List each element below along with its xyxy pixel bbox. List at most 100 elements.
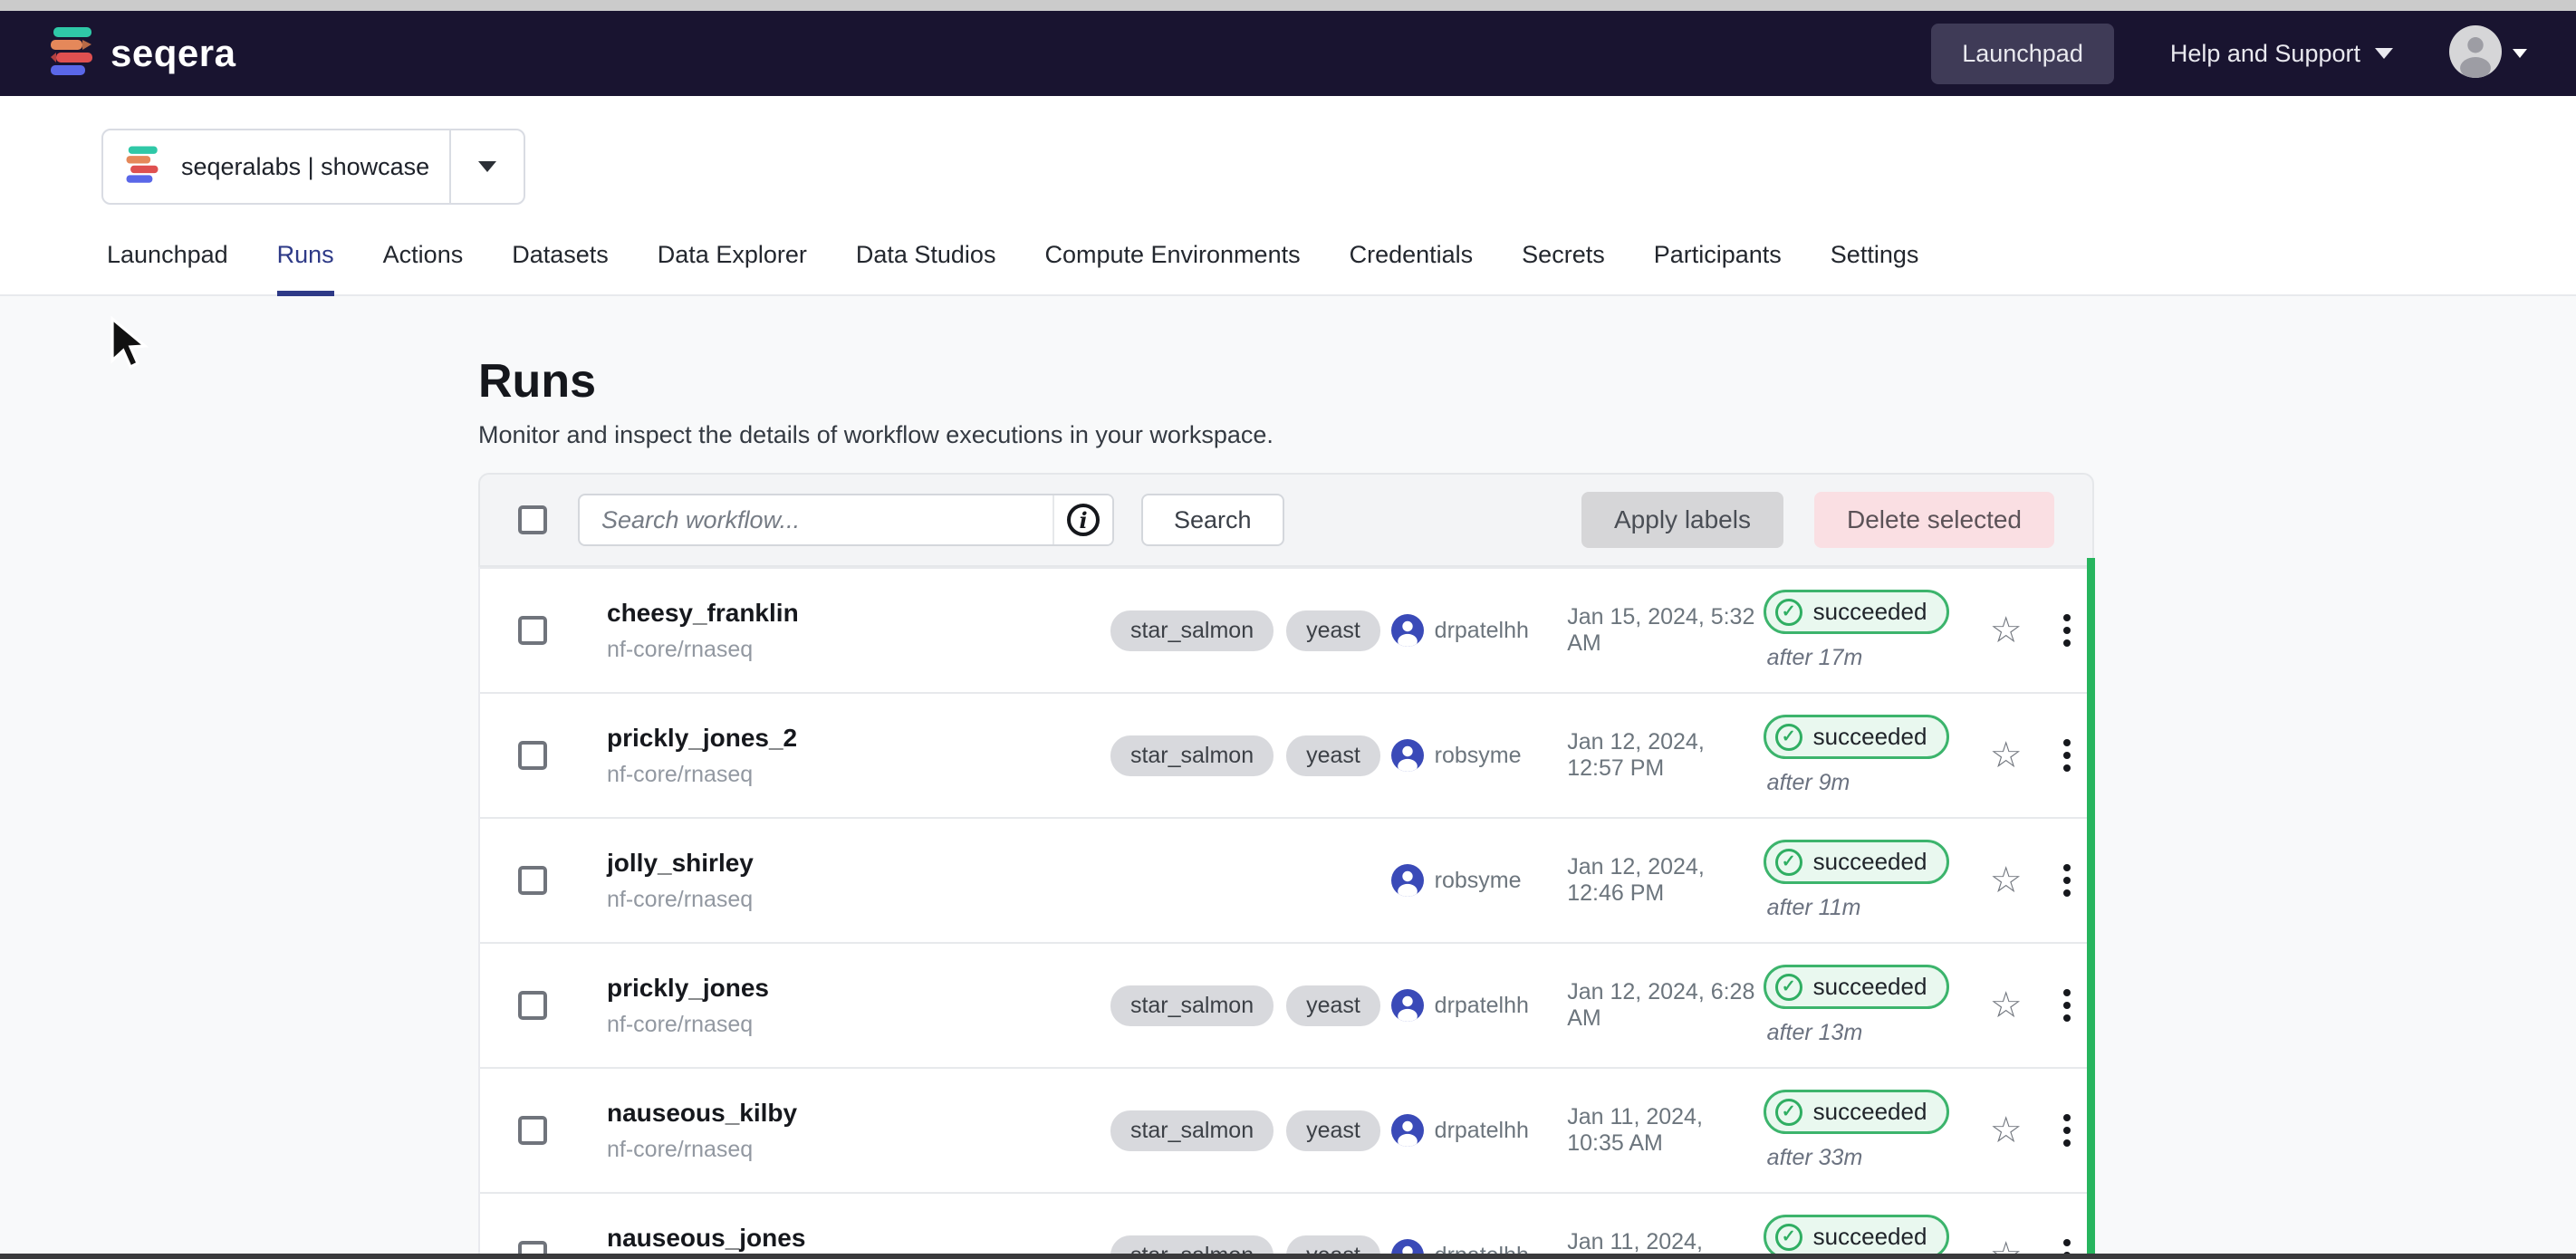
- info-icon: i: [1067, 504, 1100, 536]
- tab-data-explorer[interactable]: Data Explorer: [658, 241, 807, 296]
- row-menu-button[interactable]: [2042, 864, 2092, 897]
- row-checkbox[interactable]: [518, 741, 547, 770]
- tab-data-studios[interactable]: Data Studios: [856, 241, 996, 296]
- star-button[interactable]: ☆: [1970, 612, 2042, 649]
- run-name-link[interactable]: cheesy_franklin: [607, 599, 1110, 628]
- runs-toolbar: i Search Apply labels Delete selected: [478, 473, 2094, 567]
- status-badge: ✓ succeeded: [1764, 590, 1950, 634]
- run-pipeline: nf-core/rnaseq: [607, 637, 1110, 663]
- run-name-link[interactable]: nauseous_jones: [607, 1224, 1110, 1253]
- run-row: cheesy_franklin nf-core/rnaseq star_salm…: [480, 567, 2092, 692]
- tab-participants[interactable]: Participants: [1654, 241, 1782, 296]
- star-button[interactable]: ☆: [1970, 862, 2042, 899]
- user-circle-icon: [1391, 614, 1424, 647]
- run-name-link[interactable]: prickly_jones: [607, 974, 1110, 1003]
- chevron-down-icon: [2513, 49, 2527, 58]
- tab-secrets[interactable]: Secrets: [1522, 241, 1605, 296]
- user-menu[interactable]: [2449, 25, 2527, 82]
- workspace-tabs: Launchpad Runs Actions Datasets Data Exp…: [0, 241, 2576, 296]
- avatar: [2449, 25, 2502, 82]
- run-duration: after 17m: [1767, 645, 1863, 671]
- label-pill: yeast: [1286, 610, 1380, 651]
- user-name: robsyme: [1435, 743, 1522, 769]
- user-name: drpatelhh: [1435, 993, 1529, 1019]
- run-user: robsyme: [1391, 864, 1568, 897]
- search-button[interactable]: Search: [1141, 494, 1284, 546]
- workspace-name: seqeralabs | showcase: [181, 153, 429, 181]
- run-row: prickly_jones_2 nf-core/rnaseq star_salm…: [480, 692, 2092, 817]
- row-checkbox[interactable]: [518, 991, 547, 1020]
- run-labels: star_salmon yeast: [1110, 985, 1391, 1026]
- workspace-selector[interactable]: seqeralabs | showcase: [101, 129, 525, 205]
- star-button[interactable]: ☆: [1970, 737, 2042, 774]
- tab-launchpad[interactable]: Launchpad: [107, 241, 228, 296]
- check-circle-icon: ✓: [1775, 849, 1802, 876]
- label-pill: star_salmon: [1110, 1110, 1274, 1151]
- run-labels: star_salmon yeast: [1110, 735, 1391, 776]
- user-circle-icon: [1391, 739, 1424, 772]
- workspace-org-icon: [125, 145, 159, 189]
- tab-compute-environments[interactable]: Compute Environments: [1044, 241, 1300, 296]
- search-info-button[interactable]: i: [1053, 495, 1112, 544]
- status-badge: ✓ succeeded: [1764, 1090, 1950, 1134]
- tab-datasets[interactable]: Datasets: [512, 241, 609, 296]
- user-name: drpatelhh: [1435, 1118, 1529, 1144]
- chevron-down-icon: [2375, 48, 2393, 59]
- row-menu-button[interactable]: [2042, 614, 2092, 647]
- run-pipeline: nf-core/rnaseq: [607, 1012, 1110, 1038]
- run-labels: star_salmon yeast: [1110, 1110, 1391, 1151]
- mouse-cursor: [109, 315, 150, 371]
- row-menu-button[interactable]: [2042, 1114, 2092, 1147]
- runs-page: Runs Monitor and inspect the details of …: [0, 354, 2576, 1259]
- apply-labels-button[interactable]: Apply labels: [1581, 492, 1783, 548]
- run-date: Jan 11, 2024, 10:35 AM: [1567, 1104, 1763, 1157]
- label-pill: yeast: [1286, 1110, 1380, 1151]
- tab-credentials[interactable]: Credentials: [1350, 241, 1474, 296]
- run-name-link[interactable]: jolly_shirley: [607, 849, 1110, 878]
- row-menu-button[interactable]: [2042, 739, 2092, 772]
- run-duration: after 9m: [1767, 770, 1850, 796]
- check-circle-icon: ✓: [1775, 1224, 1802, 1251]
- chevron-down-icon: [478, 161, 496, 172]
- run-duration: after 33m: [1767, 1145, 1863, 1171]
- run-user: drpatelhh: [1391, 989, 1568, 1022]
- row-checkbox[interactable]: [518, 616, 547, 645]
- search-input[interactable]: [580, 495, 1053, 544]
- label-pill: yeast: [1286, 985, 1380, 1026]
- select-all-checkbox[interactable]: [518, 505, 547, 534]
- runs-table: i Search Apply labels Delete selected ch…: [478, 473, 2094, 1259]
- tab-settings[interactable]: Settings: [1831, 241, 1919, 296]
- check-circle-icon: ✓: [1775, 724, 1802, 751]
- help-and-support-menu[interactable]: Help and Support: [2170, 40, 2393, 68]
- row-checkbox[interactable]: [518, 866, 547, 895]
- user-circle-icon: [1391, 989, 1424, 1022]
- star-button[interactable]: ☆: [1970, 1112, 2042, 1148]
- run-row: nauseous_kilby nf-core/rnaseq star_salmo…: [480, 1067, 2092, 1192]
- table-scroll-indicator[interactable]: [2087, 558, 2095, 1259]
- run-pipeline: nf-core/rnaseq: [607, 762, 1110, 788]
- delete-selected-button[interactable]: Delete selected: [1814, 492, 2054, 548]
- status-badge: ✓ succeeded: [1764, 1215, 1950, 1259]
- run-name-link[interactable]: nauseous_kilby: [607, 1099, 1110, 1128]
- run-pipeline: nf-core/rnaseq: [607, 887, 1110, 913]
- check-circle-icon: ✓: [1775, 974, 1802, 1001]
- page-title: Runs: [478, 354, 2094, 408]
- run-name-link[interactable]: prickly_jones_2: [607, 724, 1110, 753]
- tab-runs[interactable]: Runs: [277, 241, 334, 296]
- row-checkbox[interactable]: [518, 1116, 547, 1145]
- run-duration: after 13m: [1767, 1020, 1863, 1046]
- window-top-edge: [0, 0, 2576, 11]
- tab-actions[interactable]: Actions: [383, 241, 464, 296]
- workspace-dropdown-toggle[interactable]: [449, 130, 524, 203]
- seqera-brand[interactable]: seqera: [49, 25, 235, 82]
- check-circle-icon: ✓: [1775, 1099, 1802, 1126]
- star-button[interactable]: ☆: [1970, 987, 2042, 1024]
- row-menu-button[interactable]: [2042, 989, 2092, 1022]
- run-user: robsyme: [1391, 739, 1568, 772]
- status-badge: ✓ succeeded: [1764, 715, 1950, 759]
- user-name: robsyme: [1435, 868, 1522, 894]
- launchpad-nav-button[interactable]: Launchpad: [1931, 24, 2114, 84]
- runs-list: cheesy_franklin nf-core/rnaseq star_salm…: [478, 567, 2094, 1259]
- window-bottom-edge: [0, 1254, 2576, 1259]
- user-name: drpatelhh: [1435, 618, 1529, 644]
